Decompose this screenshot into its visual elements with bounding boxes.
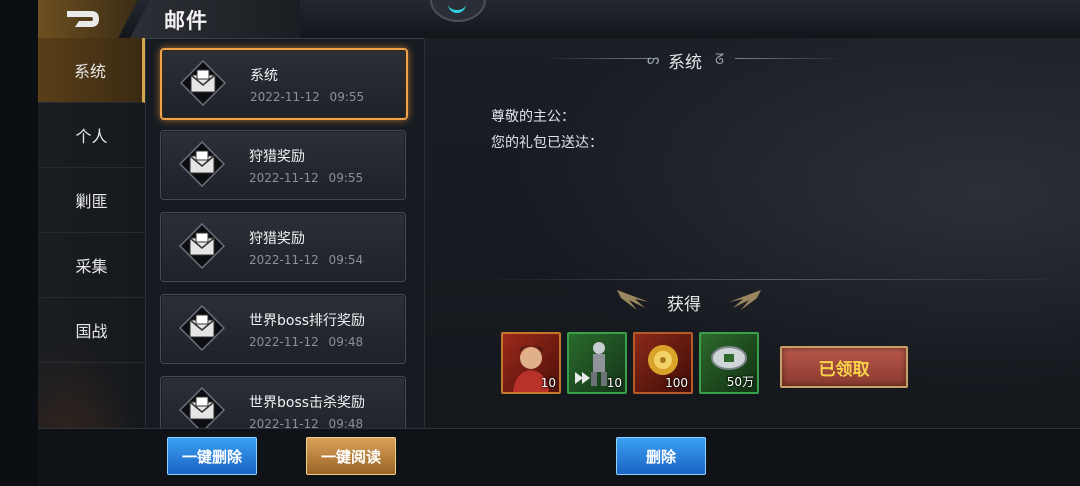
mail-title: 系统: [250, 68, 278, 84]
header-line-right: [735, 58, 845, 59]
mail-time: 2022-11-12 09:54: [249, 253, 364, 267]
delete-button[interactable]: 删除: [616, 437, 706, 475]
reward-quantity: 100: [665, 376, 688, 390]
mail-title: 狩猎奖励: [249, 231, 305, 247]
tab-bandit[interactable]: 剿匪: [38, 168, 145, 233]
reward-quantity: 10: [606, 376, 622, 390]
tab-gather[interactable]: 采集: [38, 233, 145, 298]
mail-title: 狩猎奖励: [249, 149, 305, 165]
read-all-button[interactable]: 一键阅读: [306, 437, 396, 475]
back-button[interactable]: [38, 0, 138, 38]
mail-time: 2022-11-12 09:48: [249, 417, 364, 428]
back-arrow-icon: [67, 11, 99, 27]
mail-list: 系统 2022-11-12 09:55 狩猎奖励 2022-11-12 09:5…: [151, 38, 423, 428]
game-window: 邮件 系统 个人 剿匪 采集 国战 系统 2022-11-12 09:55 狩猎…: [38, 0, 1080, 486]
tab-national-war[interactable]: 国战: [38, 298, 145, 363]
mail-item[interactable]: 世界boss击杀奖励 2022-11-12 09:48: [160, 376, 406, 428]
reward-item[interactable]: 10: [567, 332, 627, 394]
rewards-title: 获得: [667, 295, 701, 315]
divider: [475, 279, 1075, 280]
reward-quantity: 50万: [726, 375, 754, 389]
mail-envelope-icon: [179, 141, 225, 187]
mail-envelope-icon: [179, 223, 225, 269]
tab-personal[interactable]: 个人: [38, 103, 145, 168]
mail-title: 世界boss击杀奖励: [249, 395, 366, 411]
mail-body-line: 您的礼包已送达：: [491, 135, 603, 151]
scroll-ornament-icon: ᘔ: [715, 52, 725, 68]
mail-body-line: 尊敬的主公：: [491, 109, 575, 125]
mail-detail-header: ᔕ 系统 ᘔ: [425, 46, 1080, 73]
drawer-handle-icon[interactable]: [430, 0, 486, 22]
mail-body: 尊敬的主公： 您的礼包已送达：: [491, 104, 603, 156]
title-tab: [130, 0, 300, 38]
reward-quantity: 10: [540, 376, 556, 390]
reward-item[interactable]: 10: [501, 332, 561, 394]
reward-item[interactable]: 100: [633, 332, 693, 394]
wing-ornament-icon: [617, 290, 649, 310]
delete-all-button[interactable]: 一键删除: [167, 437, 257, 475]
mail-time: 2022-11-12 09:55: [249, 171, 364, 185]
mail-item[interactable]: 狩猎奖励 2022-11-12 09:55: [160, 130, 406, 200]
header-line-left: [545, 58, 655, 59]
mail-envelope-icon: [179, 305, 225, 351]
tab-system[interactable]: 系统: [38, 38, 145, 103]
mail-envelope-icon: [179, 387, 225, 428]
mail-time: 2022-11-12 09:55: [250, 90, 365, 104]
reward-item[interactable]: 50万: [699, 332, 759, 394]
mail-item[interactable]: 系统 2022-11-12 09:55: [160, 48, 408, 120]
mail-title: 世界boss排行奖励: [249, 313, 366, 329]
top-bar: 邮件: [38, 0, 1080, 39]
mail-item[interactable]: 狩猎奖励 2022-11-12 09:54: [160, 212, 406, 282]
mail-item[interactable]: 世界boss排行奖励 2022-11-12 09:48: [160, 294, 406, 364]
category-tabs: 系统 个人 剿匪 采集 国战: [38, 38, 146, 486]
mail-time: 2022-11-12 09:48: [249, 335, 364, 349]
claimed-button[interactable]: 已领取: [780, 346, 908, 388]
mail-detail-panel: ᔕ 系统 ᘔ 尊敬的主公： 您的礼包已送达： 获得 10 10 100 50万 …: [424, 38, 1080, 428]
page-title: 邮件: [164, 9, 208, 33]
mail-envelope-icon: [180, 60, 226, 106]
bottom-bar: 一键删除 一键阅读 删除: [38, 428, 1080, 486]
mail-detail-title: 系统: [668, 53, 702, 73]
scroll-ornament-icon: ᔕ: [647, 52, 660, 68]
wing-ornament-icon: [729, 290, 761, 310]
